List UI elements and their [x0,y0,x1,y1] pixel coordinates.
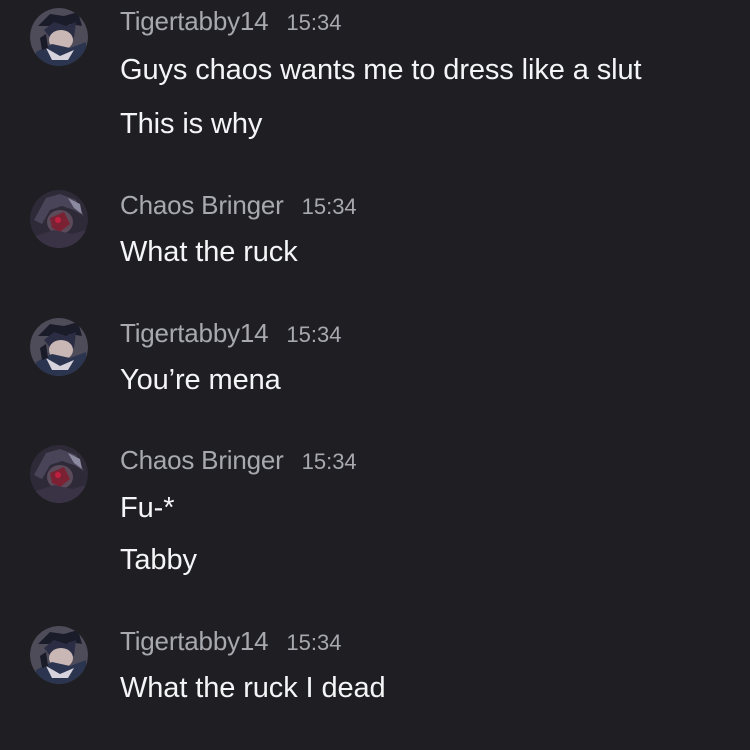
message-text: Tabby [120,544,197,576]
timestamp: 15:34 [301,449,357,474]
username[interactable]: Tigertabby14 [120,626,269,657]
message-text: What the ruck [120,236,298,268]
message-text: What the ruck I dead [120,672,386,704]
username[interactable]: Tigertabby14 [120,318,269,349]
username[interactable]: Chaos Bringer [120,190,284,221]
message-group: Chaos Bringer 15:34 Fu-* Tabby [0,445,750,585]
message-group: Chaos Bringer 15:34 What the ruck [0,190,750,280]
message-text: Guys chaos wants me to dress like a slut [120,54,642,86]
message-text: Fu-* [120,492,175,524]
message-header: Chaos Bringer 15:34 [120,190,357,226]
chaos-bringer-avatar[interactable] [30,445,88,503]
message-text: This is why [120,108,263,140]
message-header: Chaos Bringer 15:34 [120,445,357,481]
tigertabby-avatar[interactable] [30,8,88,66]
message-group: Tigertabby14 15:34 What the ruck I dead [0,626,750,726]
chat-log: Tigertabby14 15:34 Guys chaos wants me t… [0,0,750,750]
message-group: Tigertabby14 15:34 You’re mena [0,318,750,408]
message-header: Tigertabby14 15:34 [120,6,341,42]
timestamp: 15:34 [286,630,342,655]
username[interactable]: Chaos Bringer [120,445,284,476]
timestamp: 15:34 [286,10,342,35]
username[interactable]: Tigertabby14 [120,6,269,37]
timestamp: 15:34 [286,322,342,347]
timestamp: 15:34 [301,194,357,219]
message-group: Tigertabby14 15:34 Guys chaos wants me t… [0,6,750,156]
message-text: You’re mena [120,364,281,396]
message-header: Tigertabby14 15:34 [120,626,341,662]
tigertabby-avatar[interactable] [30,318,88,376]
message-header: Tigertabby14 15:34 [120,318,341,354]
chaos-bringer-avatar[interactable] [30,190,88,248]
tigertabby-avatar[interactable] [30,626,88,684]
